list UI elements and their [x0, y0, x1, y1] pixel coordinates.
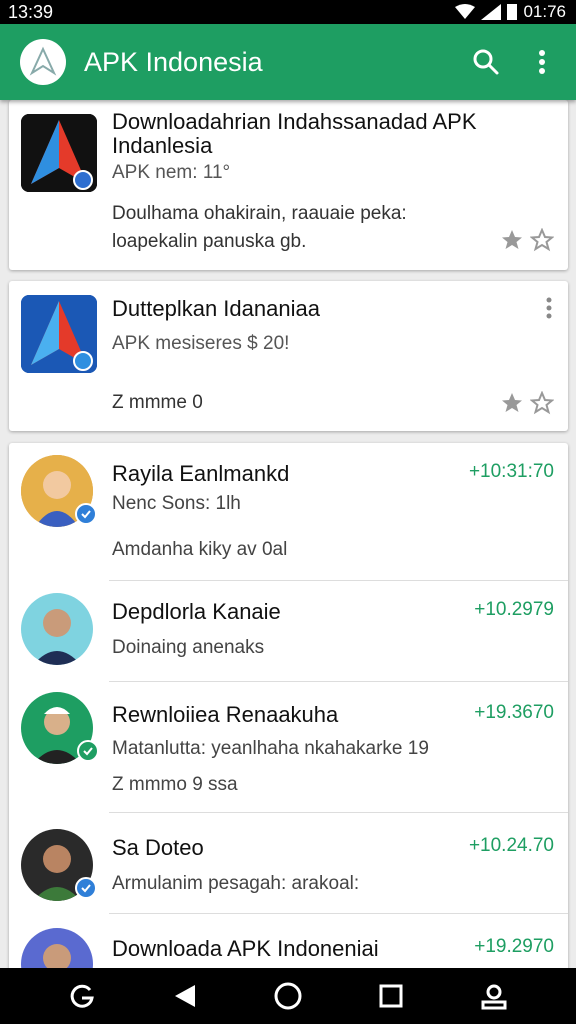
- status-bar: 13:39 01:76: [0, 0, 576, 24]
- card-description-line: Z mmme 0: [112, 392, 203, 413]
- google-button[interactable]: [62, 976, 102, 1016]
- app-logo-icon: [20, 39, 66, 85]
- chat-name: Depdlorla Kanaie: [112, 599, 281, 624]
- battery-icon: [507, 4, 518, 20]
- star-icon[interactable]: [530, 228, 554, 252]
- apk-app-icon: [21, 295, 97, 373]
- chat-time: +10.24.70: [468, 835, 554, 856]
- back-icon: [174, 985, 195, 1007]
- list-item[interactable]: Sa Doteo +10.24.70 Armulanim pesagah: ar…: [9, 813, 568, 913]
- verified-icon: [77, 740, 99, 762]
- card-subtitle: APK nem: 11°: [112, 162, 231, 183]
- content-area: Downloadahrian Indahssanadad APK Indanle…: [0, 100, 576, 968]
- app-title: APK Indonesia: [84, 46, 263, 77]
- chat-time: +10:31:70: [468, 461, 554, 482]
- list-item[interactable]: Rewnloiiea Renaakuha +19.3670 Matanlutta…: [9, 682, 568, 812]
- apk-app-icon: [21, 114, 97, 192]
- wifi-icon: [455, 4, 476, 19]
- rating-stars[interactable]: [500, 228, 554, 252]
- card-title: Dutteplkan Idananiaa: [112, 296, 320, 321]
- home-icon: [274, 982, 302, 1010]
- google-icon: [70, 984, 94, 1008]
- card-description-line: loapekalin panuska gb.: [112, 231, 307, 252]
- search-button[interactable]: [464, 40, 508, 84]
- status-icons: 01:76: [455, 2, 566, 22]
- list-item[interactable]: Depdlorla Kanaie +10.2979 Doinaing anena…: [9, 581, 568, 681]
- profile-icon: [481, 984, 507, 1010]
- chat-message: Doinaing anenaks: [112, 637, 265, 658]
- status-time: 13:39: [8, 1, 54, 22]
- status-right-time: 01:76: [523, 2, 566, 21]
- profile-button[interactable]: [474, 976, 514, 1016]
- back-button[interactable]: [165, 976, 205, 1016]
- chat-time: +19.3670: [474, 702, 554, 723]
- search-icon: [473, 49, 499, 75]
- list-item[interactable]: Rayila Eanlmankd +10:31:70 Nenc Sons: 1l…: [9, 443, 568, 581]
- chat-time: +10.2979: [474, 599, 554, 620]
- card-title: Downloadahrian Indahssanadad APK Indanle…: [112, 109, 477, 158]
- star-icon[interactable]: [500, 228, 524, 252]
- recents-button[interactable]: [371, 976, 411, 1016]
- app-card[interactable]: Downloadahrian Indahssanadad APK Indanle…: [9, 100, 568, 270]
- chat-name: Downloada APK Indoneniai: [112, 936, 379, 961]
- more-options-button[interactable]: [520, 40, 564, 84]
- recents-icon: [379, 984, 403, 1008]
- chat-name: Rayila Eanlmankd: [112, 461, 290, 486]
- app-card[interactable]: Dutteplkan Idananiaa APK mesiseres $ 20!…: [9, 281, 568, 431]
- card-description-line: Doulhama ohakirain, raauaie peka:: [112, 203, 407, 224]
- chat-message: Z mmmo 9 ssa: [112, 774, 238, 795]
- chat-message: Matanlutta: yeanlhaha nkahakarke 19: [112, 738, 429, 759]
- star-icon[interactable]: [530, 391, 554, 415]
- verified-icon: [75, 503, 97, 525]
- verified-icon: [75, 877, 97, 899]
- more-vert-icon: [539, 50, 545, 74]
- avatar: [21, 593, 93, 665]
- more-vert-icon[interactable]: [544, 297, 554, 319]
- signal-icon: [481, 4, 502, 20]
- rating-stars[interactable]: [500, 391, 554, 415]
- chat-name: Rewnloiiea Renaakuha: [112, 702, 339, 727]
- home-button[interactable]: [268, 976, 308, 1016]
- card-subtitle: APK mesiseres $ 20!: [112, 333, 290, 354]
- avatar: [21, 928, 93, 968]
- navigation-bar: [0, 968, 576, 1024]
- app-bar: APK Indonesia: [0, 24, 576, 100]
- chat-list: Rayila Eanlmankd +10:31:70 Nenc Sons: 1l…: [9, 443, 568, 968]
- chat-name-text: Sa Doteo: [112, 835, 204, 860]
- chat-message: Armulanim pesagah: arakoal:: [112, 873, 360, 894]
- chat-message: Amdanha kiky av 0al: [112, 539, 288, 560]
- chat-message: Nenc Sons: 1lh: [112, 493, 241, 514]
- chat-name: Sa Doteo: [112, 835, 204, 861]
- chat-time: +19.2970: [474, 936, 554, 957]
- list-item[interactable]: Downloada APK Indoneniai +19.2970: [9, 914, 568, 968]
- star-icon[interactable]: [500, 391, 524, 415]
